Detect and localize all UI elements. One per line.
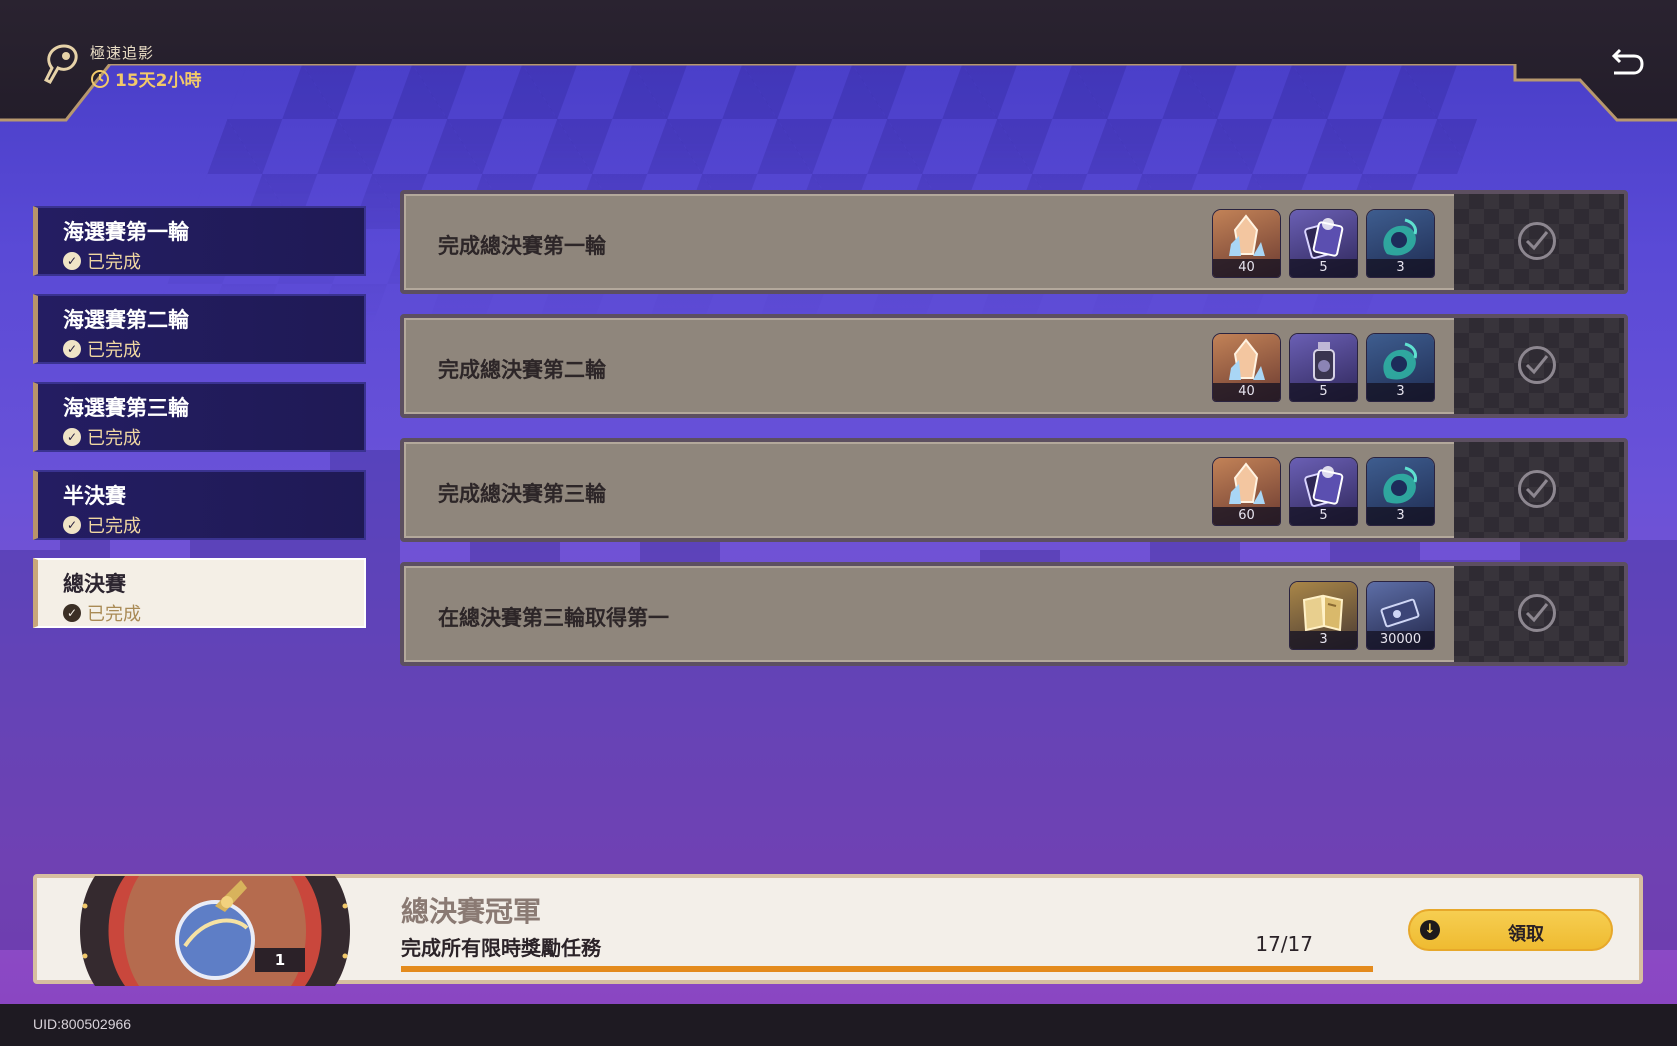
reward-count: 30000	[1367, 631, 1434, 649]
claimed-check-icon	[1518, 346, 1556, 384]
check-badge-icon: ✓	[63, 516, 81, 534]
task-label: 在總決賽第三輪取得第一	[438, 606, 669, 630]
tab-status: ✓ 已完成	[63, 424, 141, 450]
card-pack-icon	[1304, 466, 1344, 507]
reward-item[interactable]: 40	[1213, 210, 1280, 277]
reward-count: 3	[1290, 631, 1357, 649]
reward-item[interactable]: 3	[1367, 334, 1434, 401]
task-label: 完成總決賽第二輪	[438, 358, 606, 382]
reward-count: 60	[1213, 507, 1280, 525]
reward-item[interactable]: 30000	[1367, 582, 1434, 649]
reward-count: 3	[1367, 383, 1434, 401]
reward-item[interactable]: 5	[1290, 458, 1357, 525]
spirit-icon	[1383, 466, 1417, 504]
potion-bottle-icon	[1313, 342, 1335, 381]
tab-round-1[interactable]: 海選賽第一輪 ✓ 已完成	[33, 206, 366, 276]
task-label: 完成總決賽第一輪	[438, 234, 606, 258]
check-badge-icon: ✓	[63, 340, 81, 358]
event-timer: 15天2小時	[90, 66, 202, 91]
reward-count: 40	[1213, 383, 1280, 401]
check-badge-icon: ✓	[63, 428, 81, 446]
champion-medal-icon	[80, 876, 350, 986]
task-row: 在總決賽第三輪取得第一 3 30000	[400, 562, 1628, 666]
reward-item[interactable]: 60	[1213, 458, 1280, 525]
check-badge-icon: ✓	[63, 252, 81, 270]
banner-description: 完成所有限時獎勵任務	[401, 936, 601, 960]
event-title: 極速追影	[90, 44, 155, 62]
back-button[interactable]	[1608, 46, 1644, 82]
claimed-zone	[1454, 194, 1624, 290]
crystal-icon	[1229, 338, 1265, 380]
timer-text: 15天2小時	[115, 71, 202, 91]
claimed-zone	[1454, 318, 1624, 414]
reward-list: 60 5 3	[1213, 458, 1434, 525]
crystal-icon	[1229, 214, 1265, 256]
task-row: 完成總決賽第三輪 60 5 3	[400, 438, 1628, 542]
tab-status: ✓ 已完成	[63, 336, 141, 362]
reward-item[interactable]: 5	[1290, 334, 1357, 401]
spirit-icon	[1383, 342, 1417, 380]
card-pack-icon	[1304, 218, 1344, 259]
reward-count: 5	[1290, 507, 1357, 525]
medal-count: 1	[255, 948, 305, 972]
tab-title: 半決賽	[63, 484, 126, 508]
stage-tab-list: 海選賽第一輪 ✓ 已完成 海選賽第二輪 ✓ 已完成 海選賽第三輪 ✓ 已完成 半…	[33, 206, 366, 646]
task-row: 完成總決賽第二輪 40 5 3	[400, 314, 1628, 418]
status-text: 已完成	[87, 252, 141, 273]
tab-title: 海選賽第一輪	[63, 220, 189, 244]
claimed-zone	[1454, 442, 1624, 538]
claim-button-label: 領取	[1508, 924, 1544, 945]
reward-item[interactable]: 40	[1213, 334, 1280, 401]
tab-round-3[interactable]: 海選賽第三輪 ✓ 已完成	[33, 382, 366, 452]
task-list: 完成總決賽第一輪 40 5 3 完成總決賽第二輪 40 5 3 完成總決賽第三輪…	[400, 190, 1628, 686]
tab-status: ✓ 已完成	[63, 600, 141, 626]
tab-title: 總決賽	[63, 572, 126, 596]
champion-reward-banner: 1 總決賽冠軍 完成所有限時獎勵任務 17/17 ↓ 領取	[33, 874, 1643, 986]
reward-count: 5	[1290, 383, 1357, 401]
status-text: 已完成	[87, 516, 141, 537]
task-row: 完成總決賽第一輪 40 5 3	[400, 190, 1628, 294]
tab-status: ✓ 已完成	[63, 512, 141, 538]
clock-icon	[91, 69, 109, 88]
banner-title: 總決賽冠軍	[401, 895, 542, 928]
reward-list: 40 5 3	[1213, 210, 1434, 277]
claimed-check-icon	[1518, 222, 1556, 260]
reward-count: 40	[1213, 259, 1280, 277]
spirit-icon	[1383, 218, 1417, 256]
progress-fill	[401, 966, 1373, 972]
tab-title: 海選賽第三輪	[63, 396, 189, 420]
task-label: 完成總決賽第三輪	[438, 482, 606, 506]
reward-item[interactable]: 3	[1367, 210, 1434, 277]
claim-button[interactable]: ↓ 領取	[1408, 909, 1613, 951]
crystal-icon	[1229, 462, 1265, 504]
reward-item[interactable]: 5	[1290, 210, 1357, 277]
cash-bundle-icon	[1380, 598, 1420, 628]
progress-bar	[401, 966, 1373, 972]
event-screen: 極速追影 15天2小時 海選賽第一輪 ✓ 已完成 海選賽第二輪 ✓ 已完成 海選	[0, 0, 1677, 1046]
download-arrow-icon: ↓	[1420, 920, 1440, 940]
status-text: 已完成	[87, 604, 141, 625]
check-badge-icon: ✓	[63, 604, 81, 622]
event-logo-icon	[43, 44, 78, 84]
claimed-zone	[1454, 566, 1624, 662]
tab-round-2[interactable]: 海選賽第二輪 ✓ 已完成	[33, 294, 366, 364]
reward-count: 5	[1290, 259, 1357, 277]
tab-status: ✓ 已完成	[63, 248, 141, 274]
reward-list: 40 5 3	[1213, 334, 1434, 401]
status-text: 已完成	[87, 428, 141, 449]
tab-semifinal[interactable]: 半決賽 ✓ 已完成	[33, 470, 366, 540]
reward-item[interactable]: 3	[1290, 582, 1357, 649]
status-text: 已完成	[87, 340, 141, 361]
reward-item[interactable]: 3	[1367, 458, 1434, 525]
book-icon	[1302, 594, 1344, 632]
claimed-check-icon	[1518, 594, 1556, 632]
tab-final[interactable]: 總決賽 ✓ 已完成	[33, 558, 366, 628]
reward-count: 3	[1367, 259, 1434, 277]
reward-count: 3	[1367, 507, 1434, 525]
tab-title: 海選賽第二輪	[63, 308, 189, 332]
user-id: UID:800502966	[33, 1016, 132, 1032]
claimed-check-icon	[1518, 470, 1556, 508]
progress-text: 17/17	[1255, 932, 1313, 956]
reward-list: 3 30000	[1290, 582, 1434, 649]
